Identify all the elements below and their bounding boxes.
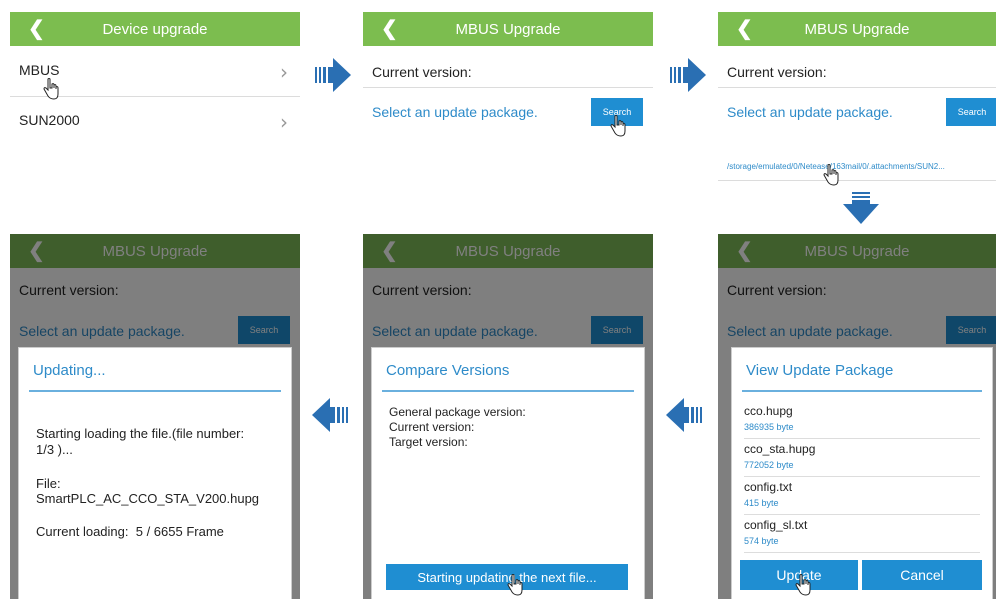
file-list-item[interactable]: config_sl.txt 574 byte [744, 518, 980, 553]
page-title: MBUS Upgrade [102, 242, 208, 260]
panel-updating: ❮ MBUS Upgrade Current version: Select a… [10, 234, 300, 599]
back-icon[interactable]: ❮ [381, 16, 398, 41]
file-name: config.txt [744, 480, 793, 494]
file-list-item[interactable]: cco_sta.hupg 772052 byte [744, 442, 980, 477]
page-title: Device upgrade [102, 20, 208, 38]
pointer-hand-icon [43, 78, 59, 100]
dialog-title: Updating... [33, 362, 106, 379]
file-name: cco.hupg [744, 404, 793, 418]
arrow-right-icon [670, 58, 706, 92]
file-name: config_sl.txt [744, 518, 808, 532]
arrow-down-icon [843, 192, 879, 224]
divider [718, 87, 996, 88]
title-bar: ❮ MBUS Upgrade [718, 234, 996, 268]
current-version-label: Current version: [372, 64, 472, 80]
file-size: 386935 byte [744, 422, 794, 432]
back-icon[interactable]: ❮ [28, 16, 45, 41]
updating-dialog: Updating... Starting loading the file.(f… [18, 347, 292, 599]
file-name: SmartPLC_AC_CCO_STA_V200.hupg [36, 491, 260, 506]
page-title: MBUS Upgrade [804, 242, 910, 260]
page-title: MBUS Upgrade [455, 242, 561, 260]
list-item-sun2000[interactable]: SUN2000 › [10, 110, 300, 136]
general-version-label: General package version: [389, 405, 526, 419]
current-version-label: Current version: [389, 420, 475, 434]
back-icon[interactable]: ❮ [381, 238, 398, 263]
dialog-divider [29, 390, 281, 392]
pointer-hand-icon [823, 164, 839, 186]
dialog-title: Compare Versions [386, 362, 510, 379]
title-bar: ❮ MBUS Upgrade [718, 12, 996, 46]
file-size: 772052 byte [744, 460, 794, 470]
list-item-label: SUN2000 [19, 112, 80, 128]
page-title: MBUS Upgrade [455, 20, 561, 38]
search-button[interactable]: Search [946, 98, 996, 126]
panel-device-upgrade: ❮ Device upgrade MBUS › SUN2000 › [10, 12, 300, 137]
chevron-right-icon: › [280, 60, 288, 84]
file-size: 574 byte [744, 536, 779, 546]
back-icon[interactable]: ❮ [736, 16, 753, 41]
panel-mbus-upgrade-selected: ❮ MBUS Upgrade Current version: Select a… [718, 12, 996, 192]
cancel-button[interactable]: Cancel [862, 560, 982, 590]
title-bar: ❮ Device upgrade [10, 12, 300, 46]
file-size: 415 byte [744, 498, 779, 508]
file-list-item[interactable]: cco.hupg 386935 byte [744, 404, 980, 439]
view-package-dialog: View Update Package cco.hupg 386935 byte… [731, 347, 993, 599]
pointer-hand-icon [507, 574, 523, 596]
file-list-item[interactable]: config.txt 415 byte [744, 480, 980, 515]
title-bar: ❮ MBUS Upgrade [363, 12, 653, 46]
loading-status-line1: Starting loading the file.(file number: [36, 426, 245, 441]
arrow-right-icon [315, 58, 351, 92]
dialog-divider [382, 390, 634, 392]
back-icon[interactable]: ❮ [736, 238, 753, 263]
compare-versions-dialog: Compare Versions General package version… [371, 347, 645, 599]
panel-view-update-package: ❮ MBUS Upgrade Current version: Select a… [718, 234, 996, 599]
dialog-title: View Update Package [746, 362, 894, 379]
loading-status-line2: 1/3 )... [36, 442, 73, 457]
divider [718, 180, 996, 181]
arrow-left-icon [666, 398, 702, 432]
pointer-hand-icon [795, 574, 811, 596]
divider [363, 87, 653, 88]
current-version-label: Current version: [727, 64, 827, 80]
back-icon[interactable]: ❮ [28, 238, 45, 263]
arrow-left-icon [312, 398, 348, 432]
current-loading-status: Current loading: 5 / 6655 Frame [36, 524, 224, 539]
title-bar: ❮ MBUS Upgrade [363, 234, 653, 268]
pointer-hand-icon [610, 115, 626, 137]
package-path[interactable]: /storage/emulated/0/Netease/163mail/0/.a… [727, 162, 989, 171]
chevron-right-icon: › [280, 110, 288, 134]
target-version-label: Target version: [389, 435, 468, 449]
panel-mbus-upgrade: ❮ MBUS Upgrade Current version: Select a… [363, 12, 653, 147]
title-bar: ❮ MBUS Upgrade [10, 234, 300, 268]
file-name: cco_sta.hupg [744, 442, 816, 456]
dialog-divider [742, 390, 982, 392]
page-title: MBUS Upgrade [804, 20, 910, 38]
list-item-label: MBUS [19, 62, 60, 78]
panel-compare-versions: ❮ MBUS Upgrade Current version: Select a… [363, 234, 653, 599]
file-label: File: [36, 476, 61, 491]
